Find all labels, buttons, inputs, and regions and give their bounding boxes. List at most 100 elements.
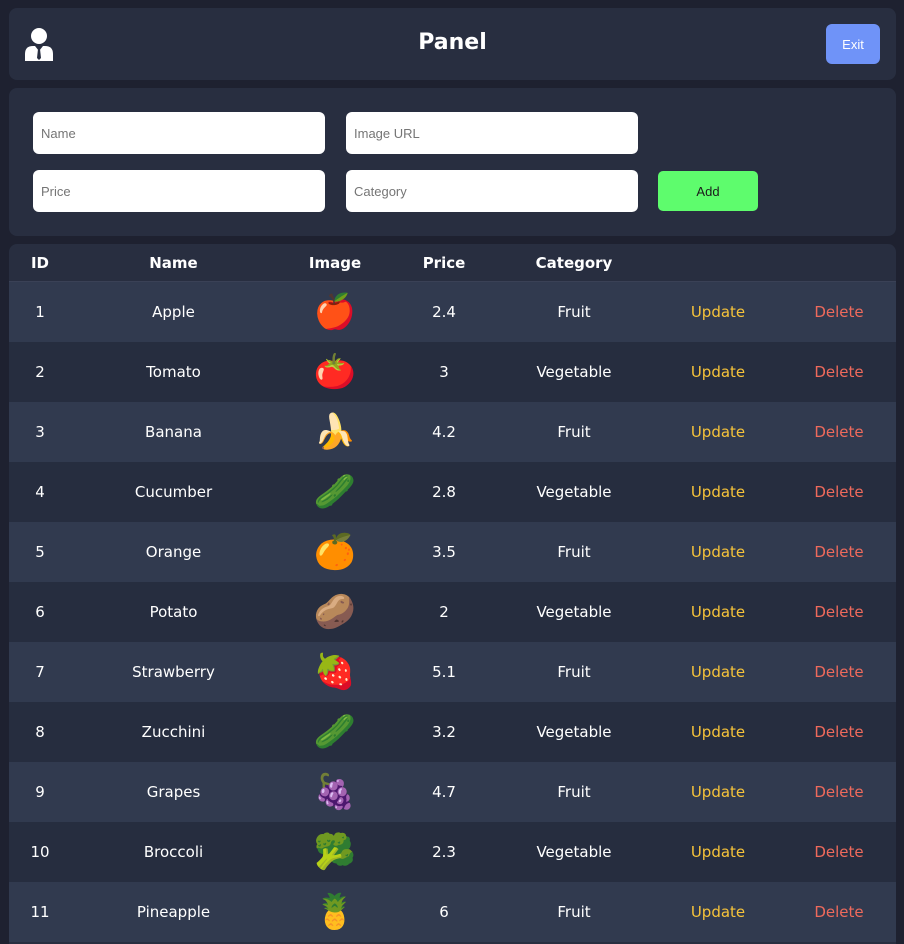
table-row: 8 Zucchini 🥒 3.2 Vegetable Update Delete: [9, 702, 896, 762]
image-url-input[interactable]: [346, 112, 638, 154]
delete-button[interactable]: Delete: [814, 543, 863, 561]
delete-button[interactable]: Delete: [814, 603, 863, 621]
column-header-image: Image: [276, 244, 394, 282]
add-button[interactable]: Add: [658, 171, 758, 211]
cell-price: 4.7: [432, 783, 456, 801]
product-image: 🍎: [313, 292, 357, 332]
product-image: 🍓: [276, 642, 394, 702]
delete-cell: Delete: [782, 882, 896, 942]
cell-name: Apple: [152, 303, 195, 321]
column-header-price: Price: [394, 244, 494, 282]
table-row: 3 Banana 🍌 4.2 Fruit Update Delete: [9, 402, 896, 462]
cell-category: Fruit: [557, 303, 591, 321]
delete-cell: Delete: [782, 582, 896, 642]
cell-id: 11: [30, 903, 50, 921]
delete-button[interactable]: Delete: [814, 363, 863, 381]
add-product-form: Add: [9, 88, 896, 236]
table-row: 10 Broccoli 🥦 2.3 Vegetable Update Delete: [9, 822, 896, 882]
delete-cell: Delete: [782, 462, 896, 522]
cell-id: 6: [35, 603, 45, 621]
cell-category: Vegetable: [536, 723, 612, 741]
update-button[interactable]: Update: [691, 303, 745, 321]
cell-id: 5: [35, 543, 45, 561]
product-image: 🍅: [313, 352, 357, 392]
delete-button[interactable]: Delete: [814, 903, 863, 921]
exit-button[interactable]: Exit: [826, 24, 880, 64]
product-image: 🍅: [276, 342, 394, 402]
delete-button[interactable]: Delete: [814, 663, 863, 681]
cell-id: 2: [35, 363, 45, 381]
delete-cell: Delete: [782, 702, 896, 762]
update-button[interactable]: Update: [691, 483, 745, 501]
product-image: 🍍: [276, 882, 394, 942]
cell-price: 2.8: [432, 483, 456, 501]
cell-name: Zucchini: [141, 723, 206, 741]
product-image: 🥒: [313, 712, 357, 752]
product-image: 🥒: [313, 472, 357, 512]
page-title: Panel: [418, 30, 487, 55]
cell-price: 5.1: [432, 663, 456, 681]
cell-id: 9: [35, 783, 45, 801]
update-button[interactable]: Update: [691, 843, 745, 861]
category-input[interactable]: [346, 170, 638, 212]
delete-button[interactable]: Delete: [814, 783, 863, 801]
column-header-id: ID: [9, 244, 71, 282]
update-cell: Update: [654, 402, 782, 462]
cell-name: Potato: [149, 603, 198, 621]
update-cell: Update: [654, 522, 782, 582]
update-cell: Update: [654, 282, 782, 343]
update-cell: Update: [654, 642, 782, 702]
update-button[interactable]: Update: [691, 603, 745, 621]
delete-button[interactable]: Delete: [814, 843, 863, 861]
delete-cell: Delete: [782, 342, 896, 402]
update-button[interactable]: Update: [691, 543, 745, 561]
update-button[interactable]: Update: [691, 723, 745, 741]
delete-cell: Delete: [782, 282, 896, 343]
cell-price: 2.4: [432, 303, 456, 321]
cell-price: 6: [439, 903, 449, 921]
product-image: 🥔: [313, 592, 357, 632]
cell-name: Cucumber: [134, 483, 213, 501]
product-image: 🥒: [276, 702, 394, 762]
product-image: 🍌: [313, 412, 357, 452]
cell-price: 2: [439, 603, 449, 621]
update-cell: Update: [654, 822, 782, 882]
products-table: ID Name Image Price Category 1 Apple 🍎 2.4 F…: [9, 244, 896, 942]
update-button[interactable]: Update: [691, 903, 745, 921]
update-button[interactable]: Update: [691, 663, 745, 681]
table-row: 6 Potato 🥔 2 Vegetable Update Delete: [9, 582, 896, 642]
delete-button[interactable]: Delete: [814, 303, 863, 321]
table-row: 2 Tomato 🍅 3 Vegetable Update Delete: [9, 342, 896, 402]
delete-cell: Delete: [782, 762, 896, 822]
price-input[interactable]: [33, 170, 325, 212]
update-cell: Update: [654, 342, 782, 402]
cell-price: 3: [439, 363, 449, 381]
table-row: 11 Pineapple 🍍 6 Fruit Update Delete: [9, 882, 896, 942]
cell-category: Vegetable: [536, 483, 612, 501]
delete-button[interactable]: Delete: [814, 423, 863, 441]
cell-category: Vegetable: [536, 843, 612, 861]
update-button[interactable]: Update: [691, 783, 745, 801]
cell-name: Strawberry: [132, 663, 215, 681]
update-button[interactable]: Update: [691, 423, 745, 441]
name-input[interactable]: [33, 112, 325, 154]
product-image: 🍇: [313, 772, 357, 812]
update-button[interactable]: Update: [691, 363, 745, 381]
cell-price: 4.2: [432, 423, 456, 441]
cell-name: Tomato: [146, 363, 201, 381]
update-cell: Update: [654, 702, 782, 762]
cell-id: 3: [35, 423, 45, 441]
cell-category: Vegetable: [536, 363, 612, 381]
delete-cell: Delete: [782, 522, 896, 582]
delete-cell: Delete: [782, 822, 896, 882]
delete-button[interactable]: Delete: [814, 483, 863, 501]
header-bar: Panel Exit: [9, 8, 896, 80]
delete-button[interactable]: Delete: [814, 723, 863, 741]
delete-cell: Delete: [782, 642, 896, 702]
table-row: 5 Orange 🍊 3.5 Fruit Update Delete: [9, 522, 896, 582]
table-header-row: ID Name Image Price Category: [9, 244, 896, 282]
cell-category: Fruit: [557, 423, 591, 441]
table-body: 1 Apple 🍎 2.4 Fruit Update Delete 2 Tomato 🍅 3 Vege…: [9, 281, 896, 942]
column-header-name: Name: [71, 244, 276, 282]
column-header-delete: [782, 244, 896, 282]
